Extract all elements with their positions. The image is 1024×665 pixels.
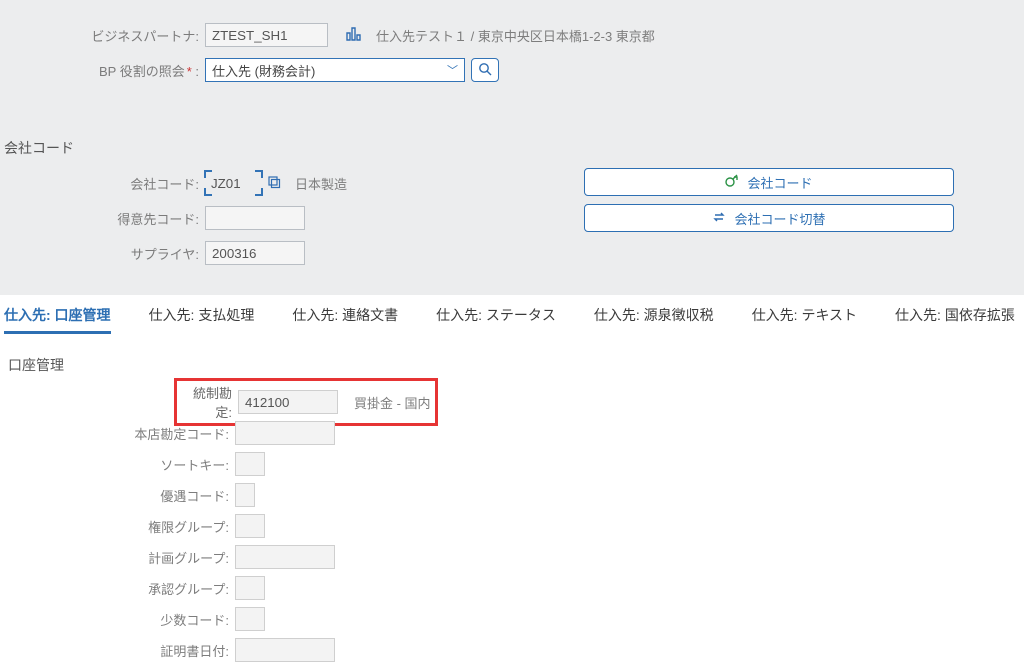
auth-group-input[interactable] — [235, 514, 265, 538]
cc-button-label: 会社コード — [747, 173, 812, 192]
tab-text[interactable]: 仕入先: テキスト — [752, 305, 857, 334]
switch-icon — [712, 210, 726, 227]
company-icon — [725, 174, 739, 191]
pref-label: 優遇コード: — [0, 486, 235, 505]
role-label: BP 役割の照会* : — [0, 61, 205, 80]
role-select-value: 仕入先 (財務会計) — [212, 61, 315, 80]
company-code-name: 日本製造 — [295, 174, 347, 193]
magnifier-icon — [478, 62, 492, 79]
recon-desc: 買掛金 - 国内 — [354, 393, 431, 412]
vendor-tabs: 仕入先: 口座管理 仕入先: 支払処理 仕入先: 連絡文書 仕入先: ステータス… — [0, 295, 1024, 335]
company-code-title: 会社コード — [4, 138, 1024, 158]
sort-key-input[interactable] — [235, 452, 265, 476]
company-code-button[interactable]: 会社コード — [584, 168, 954, 196]
supplier-input[interactable] — [205, 241, 305, 265]
head-office-input[interactable] — [235, 421, 335, 445]
tab-payment[interactable]: 仕入先: 支払処理 — [149, 305, 255, 334]
pref-code-input[interactable] — [235, 483, 255, 507]
head-label: 本店勘定コード: — [0, 424, 235, 443]
role-select[interactable]: 仕入先 (財務会計) ﹀ — [205, 58, 465, 82]
bp-input[interactable] — [205, 23, 328, 47]
form-title: 口座管理 — [8, 355, 1024, 375]
plan-label: 計画グループ: — [0, 548, 235, 567]
tab-correspond[interactable]: 仕入先: 連絡文書 — [292, 305, 398, 334]
switch-button-label: 会社コード切替 — [734, 209, 825, 228]
role-detail-button[interactable] — [471, 58, 499, 82]
value-help-icon[interactable] — [267, 175, 281, 192]
bp-description: 仕入先テスト１ / 東京中央区日本橋1-2-3 東京都 — [376, 26, 655, 45]
switch-company-button[interactable]: 会社コード切替 — [584, 204, 954, 232]
customer-code-input[interactable] — [205, 206, 305, 230]
customer-code-label: 得意先コード: — [0, 209, 205, 228]
tab-status[interactable]: 仕入先: ステータス — [436, 305, 556, 334]
appr-label: 承認グループ: — [0, 579, 235, 598]
min-label: 少数コード: — [0, 610, 235, 629]
chevron-down-icon: ﹀ — [447, 62, 458, 78]
cert-label: 証明書日付: — [0, 641, 235, 660]
recon-label: 統制勘定: — [181, 383, 238, 421]
bp-label: ビジネスパートナ: — [0, 26, 205, 45]
recon-highlight: 統制勘定: 買掛金 - 国内 — [174, 378, 438, 426]
recon-account-input[interactable] — [238, 390, 338, 414]
auth-label: 権限グループ: — [0, 517, 235, 536]
tab-withhold[interactable]: 仕入先: 源泉徴収税 — [594, 305, 714, 334]
tab-account-mgmt[interactable]: 仕入先: 口座管理 — [4, 305, 111, 334]
plan-group-input[interactable] — [235, 545, 335, 569]
cc-code-label: 会社コード: — [0, 174, 205, 193]
approval-group-input[interactable] — [235, 576, 265, 600]
supplier-label: サプライヤ: — [0, 244, 205, 263]
cert-date-input[interactable] — [235, 638, 335, 662]
tab-country[interactable]: 仕入先: 国依存拡張 — [895, 305, 1015, 334]
org-icon[interactable] — [346, 27, 362, 44]
sort-label: ソートキー: — [0, 455, 235, 474]
minority-code-input[interactable] — [235, 607, 265, 631]
